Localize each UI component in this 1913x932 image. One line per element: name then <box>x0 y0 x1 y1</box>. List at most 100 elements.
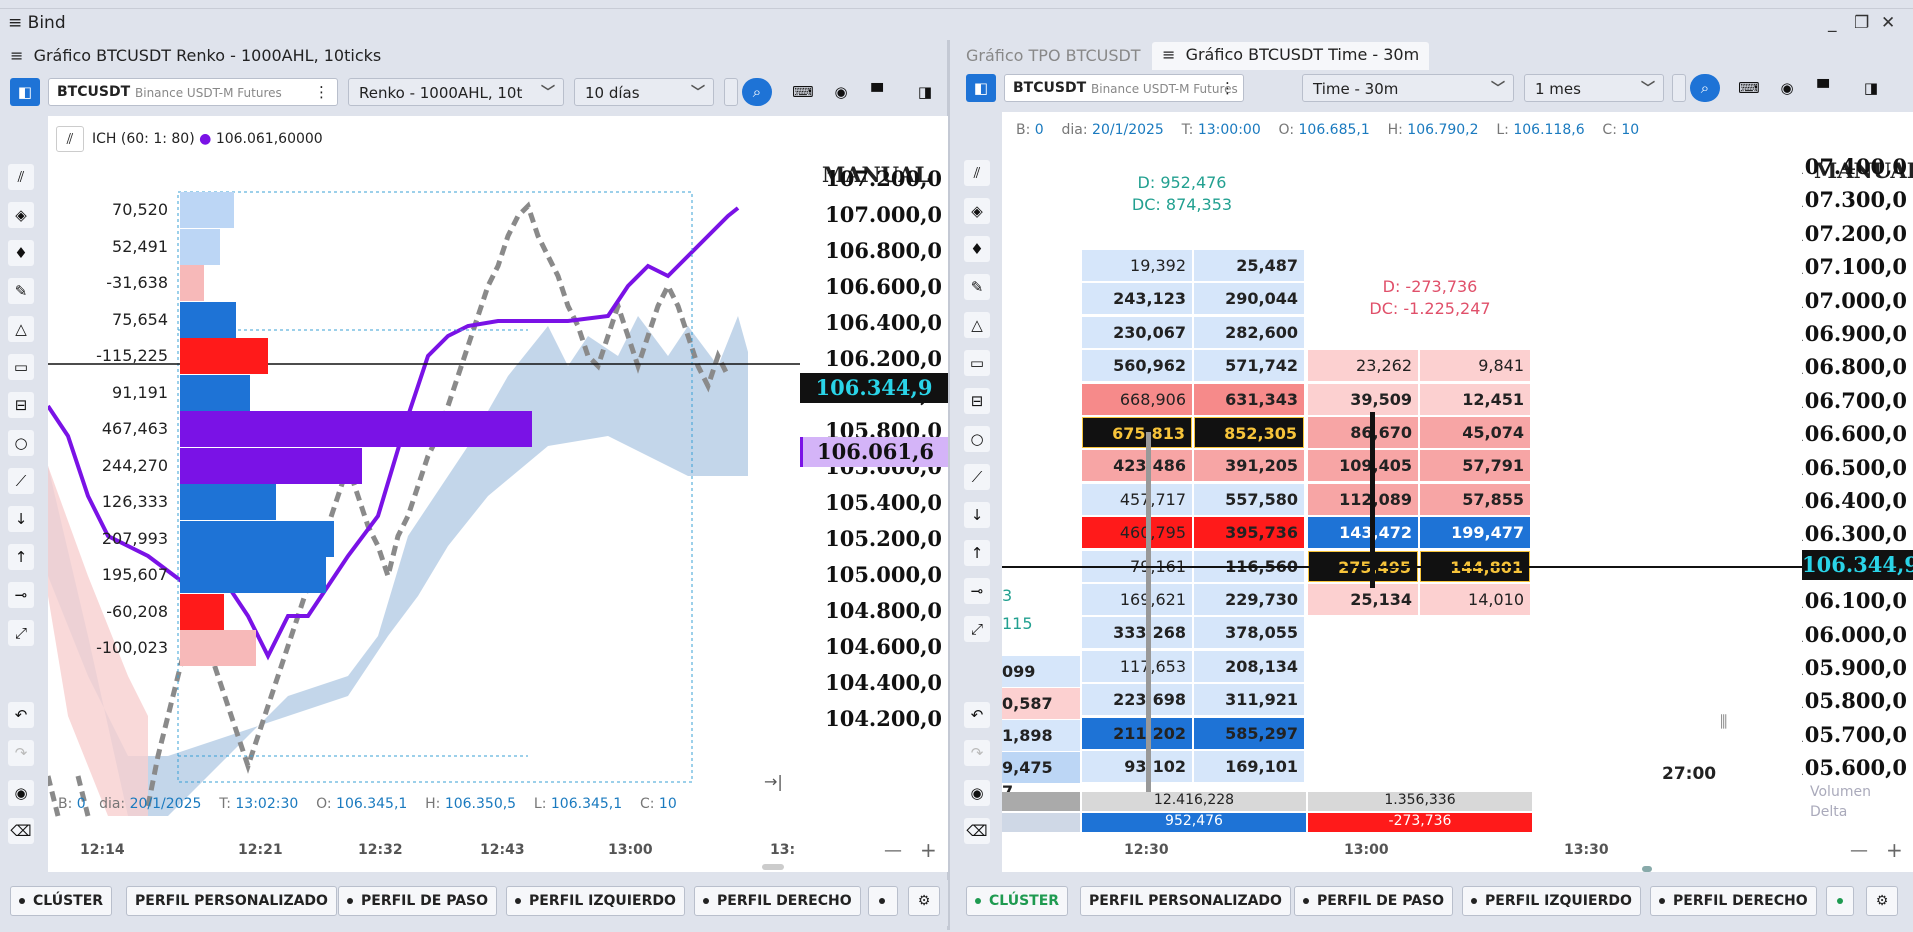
panel-toggle-icon[interactable]: ◧ <box>10 78 40 106</box>
cluster-cell-ask: 45,074 <box>1420 417 1530 448</box>
symbol-selector[interactable]: BTCUSDT Binance USDT-M Futures ⋮ <box>48 78 338 106</box>
more-icon[interactable]: ⋮ <box>1220 79 1235 97</box>
ray-icon[interactable]: ⤢ <box>964 616 990 642</box>
arrow-up-icon[interactable]: ↑ <box>8 544 34 570</box>
minimize-icon[interactable]: _ <box>1828 13 1837 33</box>
layers-icon[interactable]: ◈ <box>964 198 990 224</box>
cluster-cell-ask: 208,134 <box>1194 650 1304 682</box>
zoom-out-icon[interactable]: — <box>1850 840 1868 861</box>
close-icon[interactable]: ✕ <box>1881 13 1895 33</box>
undo-icon[interactable]: ↶ <box>964 702 990 728</box>
indicator-settings-icon[interactable]: ⫽ <box>56 126 84 152</box>
chart-type-dropdown[interactable]: Renko - 1000AHL, 10t ﹀ <box>348 78 564 106</box>
more-icon[interactable]: ⋮ <box>314 83 329 101</box>
indicator-icon[interactable]: ⫽ <box>8 164 34 190</box>
footer-cluster-button[interactable]: CLÚSTER <box>10 886 113 916</box>
rectangle-icon[interactable]: ▭ <box>8 354 34 380</box>
layout-icon[interactable]: ◨ <box>1856 74 1886 102</box>
chevron-down-icon: ﹀ <box>541 85 555 101</box>
keyboard-icon[interactable]: ⌨ <box>788 78 818 106</box>
chart-type-dropdown[interactable]: Time - 30m ﹀ <box>1302 74 1514 102</box>
footer-perfil-derecho-button[interactable]: PERFIL DERECHO <box>694 886 861 916</box>
alert-icon[interactable]: ♦ <box>964 236 990 262</box>
zoom-out-icon[interactable]: — <box>884 840 902 861</box>
crosshair-icon[interactable]: ⌕ <box>1690 74 1720 102</box>
redo-icon[interactable]: ↷ <box>8 740 34 766</box>
mouse-icon[interactable]: ◉ <box>826 78 856 106</box>
print-icon[interactable]: ▀ <box>862 78 892 106</box>
pencil-icon[interactable]: ✎ <box>8 278 34 304</box>
extra-dropdown[interactable] <box>724 78 738 106</box>
left-time-axis[interactable]: 12:14 12:21 12:32 12:43 13:00 13: — + <box>48 832 948 872</box>
alert-icon[interactable]: ♦ <box>8 240 34 266</box>
range-icon[interactable]: ⊟ <box>8 392 34 418</box>
print-icon[interactable]: ▀ <box>1808 74 1838 102</box>
footer-more-button[interactable] <box>868 886 898 916</box>
footer-perfil-izquierdo-button[interactable]: PERFIL IZQUIERDO <box>506 886 685 916</box>
trash-icon[interactable]: ⌫ <box>8 818 34 844</box>
layout-icon[interactable]: ◨ <box>910 78 940 106</box>
hline-icon[interactable]: ⊸ <box>8 582 34 608</box>
range-icon[interactable]: ⊟ <box>964 388 990 414</box>
layers-icon[interactable]: ◈ <box>8 202 34 228</box>
arrow-down-icon[interactable]: ↓ <box>964 502 990 528</box>
scrollbar[interactable] <box>762 864 784 870</box>
brush-icon[interactable]: ⟋ <box>8 468 34 494</box>
eye-icon[interactable]: ◉ <box>964 780 990 806</box>
right-price-axis[interactable]: MANUAL 107.400,0107.300,0107.200,0107.10… <box>1802 112 1913 832</box>
symbol-selector[interactable]: BTCUSDT Binance USDT-M Futures ⋮ <box>1004 74 1244 102</box>
period-dropdown[interactable]: 10 días ﹀ <box>574 78 714 106</box>
footer-perfil-personalizado-button[interactable]: PERFIL PERSONALIZADO <box>126 886 337 916</box>
indicator-icon[interactable]: ⫽ <box>964 160 990 186</box>
mouse-icon[interactable]: ◉ <box>1772 74 1802 102</box>
restore-icon[interactable]: ❐ <box>1854 13 1869 33</box>
footer-perfil-paso-button[interactable]: PERFIL DE PASO <box>338 886 498 916</box>
volume-label: -31,638 <box>106 273 168 292</box>
circle-icon[interactable]: ○ <box>964 426 990 452</box>
right-chart-area[interactable]: B: 0 dia: 20/1/2025 T: 13:00:00 O: 106.6… <box>1002 112 1802 832</box>
footer-perfil-paso-button[interactable]: PERFIL DE PASO <box>1294 886 1454 916</box>
trash-icon[interactable]: ⌫ <box>964 818 990 844</box>
price-label: 104.200,0 <box>825 706 942 731</box>
delta-2: D: -273,736 <box>1382 277 1478 296</box>
arrow-down-icon[interactable]: ↓ <box>8 506 34 532</box>
brush-icon[interactable]: ⟋ <box>964 464 990 490</box>
keyboard-icon[interactable]: ⌨ <box>1734 74 1764 102</box>
zoom-in-icon[interactable]: + <box>920 838 937 862</box>
scrollbar[interactable] <box>1642 866 1652 872</box>
zoom-in-icon[interactable]: + <box>1886 838 1903 862</box>
ray-icon[interactable]: ⤢ <box>8 620 34 646</box>
left-price-axis[interactable]: MANUAL 107.200,0 107.000,0 106.800,0 106.60… <box>800 116 948 832</box>
menu-icon[interactable]: ≡ <box>8 13 22 33</box>
footer-perfil-personalizado-button[interactable]: PERFIL PERSONALIZADO <box>1080 886 1291 916</box>
volume-label: -60,208 <box>106 601 168 621</box>
hline-icon[interactable]: ⊸ <box>964 578 990 604</box>
footer-perfil-izquierdo-button[interactable]: PERFIL IZQUIERDO <box>1462 886 1641 916</box>
period-dropdown[interactable]: 1 mes ﹀ <box>1524 74 1664 102</box>
right-time-axis[interactable]: 12:30 13:00 13:30 — + <box>1002 832 1913 872</box>
eye-icon[interactable]: ◉ <box>8 780 34 806</box>
footer-perfil-derecho-button[interactable]: PERFIL DERECHO <box>1650 886 1817 916</box>
redo-icon[interactable]: ↷ <box>964 740 990 766</box>
price-label: 106.100,0 <box>1802 588 1907 614</box>
tab-tpo[interactable]: Gráfico TPO BTCUSDT <box>966 46 1141 65</box>
left-chart-area[interactable]: ⫽ ICH (60: 1: 80) ● 106.061,60000 70,520… <box>48 116 800 832</box>
triangle-icon[interactable]: △ <box>8 316 34 342</box>
footer-more-button[interactable] <box>1826 886 1854 916</box>
settings-gear-icon[interactable]: ⚙ <box>1866 886 1898 916</box>
circle-icon[interactable]: ○ <box>8 430 34 456</box>
settings-gear-icon[interactable]: ⚙ <box>908 886 940 916</box>
extra-dropdown[interactable] <box>1672 74 1686 102</box>
cluster-cell-ask: 391,205 <box>1194 450 1304 482</box>
arrow-up-icon[interactable]: ↑ <box>964 540 990 566</box>
panel-toggle-icon[interactable]: ◧ <box>966 74 996 102</box>
pencil-icon[interactable]: ✎ <box>964 274 990 300</box>
undo-icon[interactable]: ↶ <box>8 702 34 728</box>
chart-mini-icon[interactable]: ⫼ <box>1720 712 1727 732</box>
scroll-end-icon[interactable]: →| <box>764 772 783 791</box>
rectangle-icon[interactable]: ▭ <box>964 350 990 376</box>
footer-cluster-button[interactable]: CLÚSTER <box>966 886 1069 916</box>
crosshair-icon[interactable]: ⌕ <box>742 78 772 106</box>
triangle-icon[interactable]: △ <box>964 312 990 338</box>
tab-time-30m[interactable]: ≡ Gráfico BTCUSDT Time - 30m <box>1152 42 1430 70</box>
